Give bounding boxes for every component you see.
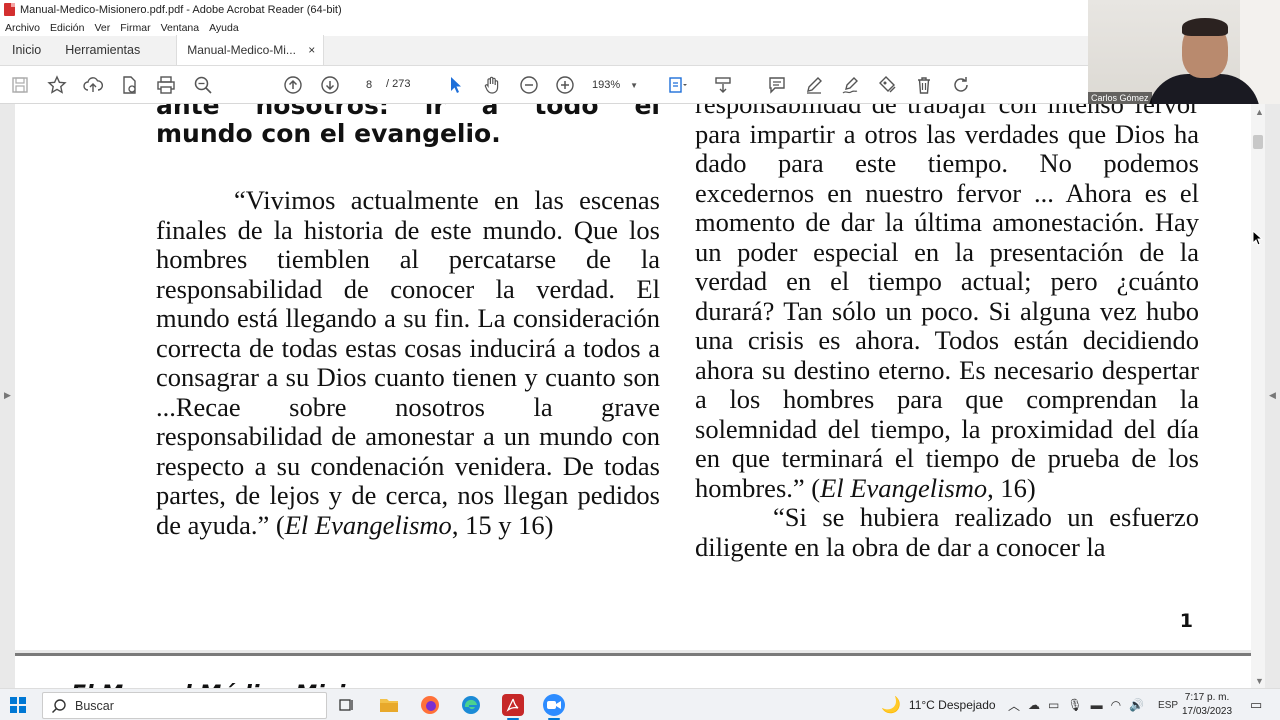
pdf-file-icon [4, 3, 15, 16]
comment-icon[interactable] [766, 74, 788, 96]
heading-cut-line: ante nosotros: ir a todo el [156, 104, 660, 120]
zoom-app-icon[interactable] [543, 694, 565, 720]
menu-ayuda[interactable]: Ayuda [204, 22, 244, 34]
notification-icon[interactable]: ▭ [1250, 689, 1262, 720]
search-icon [51, 698, 66, 713]
highlight-pen-icon[interactable] [803, 74, 825, 96]
vertical-scrollbar[interactable] [1251, 104, 1265, 688]
file-explorer-icon[interactable] [378, 694, 400, 716]
participant-hair [1182, 18, 1228, 36]
acrobat-reader-icon[interactable] [502, 694, 524, 720]
rotate-icon[interactable] [950, 74, 972, 96]
next-page-icon[interactable] [319, 74, 341, 96]
left-quote-paragraph: “Vivimos actualmente en las escenas fina… [156, 185, 660, 540]
delete-trash-icon[interactable] [913, 74, 935, 96]
wifi-icon[interactable]: ◠ [1111, 698, 1121, 712]
right-citation-pages: , 16) [987, 472, 1036, 503]
tab-document-label: Manual-Medico-Mi... [187, 43, 296, 57]
page-total: / 273 [386, 78, 411, 90]
scrollbar-thumb[interactable] [1253, 135, 1263, 149]
bookmark-star-icon[interactable] [46, 74, 68, 96]
upload-cloud-icon[interactable] [82, 74, 104, 96]
left-citation-pages: , 15 y 16) [451, 509, 554, 540]
print-icon[interactable] [155, 74, 177, 96]
menu-edicion[interactable]: Edición [45, 22, 89, 34]
page-fit-icon[interactable] [666, 74, 688, 96]
battery-icon[interactable]: ▬ [1091, 698, 1103, 712]
menu-bar: Archivo Edición Ver Firmar Ventana Ayuda [0, 19, 1088, 36]
microphone-icon[interactable]: 🎙 [1067, 698, 1082, 712]
cloud-sync-icon[interactable]: ☁ [1028, 698, 1040, 712]
window-titlebar: Manual-Medico-Misionero.pdf.pdf - Adobe … [0, 0, 1088, 19]
zoom-level-select[interactable]: 193% ▼ [592, 75, 648, 95]
right-column: responsabilidad de trabajar con intenso … [695, 104, 1199, 562]
weather-widget[interactable]: 🌙 11°C Despejado [881, 689, 996, 720]
save-icon[interactable] [9, 74, 31, 96]
menu-ver[interactable]: Ver [89, 22, 115, 34]
zoom-search-icon[interactable] [192, 74, 214, 96]
chevron-down-icon: ▼ [630, 80, 639, 90]
stamp-icon[interactable] [876, 74, 898, 96]
tab-tools[interactable]: Herramientas [53, 35, 152, 65]
moon-weather-icon: 🌙 [881, 697, 901, 714]
tab-home[interactable]: Inicio [0, 35, 53, 65]
network-icon[interactable]: ▭ [1048, 698, 1059, 712]
sign-pen-icon[interactable] [840, 74, 862, 96]
volume-icon[interactable]: 🔊 [1129, 698, 1144, 712]
webcam-video-overlay: Carlos Gómez [1088, 0, 1280, 104]
right-paragraph: responsabilidad de trabajar con intenso … [695, 104, 1199, 503]
select-cursor-icon[interactable] [444, 74, 466, 96]
right-paragraph-text: responsabilidad de trabajar con intenso … [695, 104, 1199, 503]
participant-name: Carlos Gómez [1088, 92, 1152, 104]
menu-ventana[interactable]: Ventana [156, 22, 205, 34]
mouse-cursor-icon [1252, 230, 1264, 246]
edge-browser-icon[interactable] [460, 694, 482, 716]
windows-start-icon[interactable] [10, 697, 26, 713]
menu-archivo[interactable]: Archivo [0, 22, 45, 34]
taskbar-search[interactable]: Buscar [42, 692, 327, 719]
left-quote-text: “Vivimos actualmente en las escenas fina… [156, 185, 660, 540]
taskbar: Buscar 🌙 11°C Despejado ︿ ☁ ▭ 🎙 ▬ ◠ 🔊 ES… [0, 688, 1280, 720]
scroll-mode-icon[interactable] [712, 74, 734, 96]
tab-close-icon[interactable]: × [308, 43, 315, 57]
page-number-input[interactable] [352, 75, 386, 95]
system-clock[interactable]: 7:17 p. m. 17/03/2023 [1174, 691, 1240, 719]
heading-line: mundo con el evangelio. [156, 119, 501, 148]
right-panel-toggle-icon[interactable]: ◀ [1269, 390, 1276, 401]
prev-page-icon[interactable] [282, 74, 304, 96]
window-title: Manual-Medico-Misionero.pdf.pdf - Adobe … [20, 3, 342, 16]
document-viewport[interactable]: ante nosotros: ir a todo el mundo con el… [0, 104, 1280, 693]
page-number: 1 [1179, 610, 1193, 632]
section-heading: ante nosotros: ir a todo el mundo con el… [156, 104, 660, 148]
file-info-icon[interactable] [118, 74, 140, 96]
right-second-text: “Si se hubiera realizado un esfuerzo dil… [695, 502, 1199, 562]
right-second-paragraph: “Si se hubiera realizado un esfuerzo dil… [695, 502, 1199, 562]
menu-firmar[interactable]: Firmar [115, 22, 155, 34]
zoom-out-icon[interactable] [518, 74, 540, 96]
task-view-icon[interactable] [335, 694, 357, 716]
tab-document[interactable]: Manual-Medico-Mi... × [176, 35, 325, 65]
pdf-page: ante nosotros: ir a todo el mundo con el… [15, 104, 1251, 650]
right-citation-title: El Evangelismo [820, 472, 988, 503]
scroll-up-icon[interactable]: ▲ [1255, 107, 1264, 117]
weather-text: 11°C Despejado [908, 698, 996, 712]
left-panel-toggle-icon[interactable]: ▶ [4, 390, 11, 401]
clock-time: 7:17 p. m. [1184, 692, 1230, 703]
scroll-down-icon[interactable]: ▼ [1255, 676, 1264, 686]
search-placeholder: Buscar [75, 698, 114, 713]
clock-date: 17/03/2023 [1181, 706, 1233, 717]
next-pdf-page: El Manual Médico Misionero [15, 653, 1251, 693]
hand-tool-icon[interactable] [481, 74, 503, 96]
system-tray: ︿ ☁ ▭ 🎙 ▬ ◠ 🔊 ESP [1008, 689, 1178, 720]
left-column: ante nosotros: ir a todo el mundo con el… [156, 104, 660, 540]
zoom-in-icon[interactable] [554, 74, 576, 96]
chevron-up-icon[interactable]: ︿ [1008, 697, 1020, 714]
zoom-level-value: 193% [592, 79, 621, 91]
left-citation-title: El Evangelismo [284, 509, 452, 540]
tab-bar: Inicio Herramientas Manual-Medico-Mi... … [0, 35, 1088, 66]
firefox-icon[interactable] [419, 694, 441, 716]
